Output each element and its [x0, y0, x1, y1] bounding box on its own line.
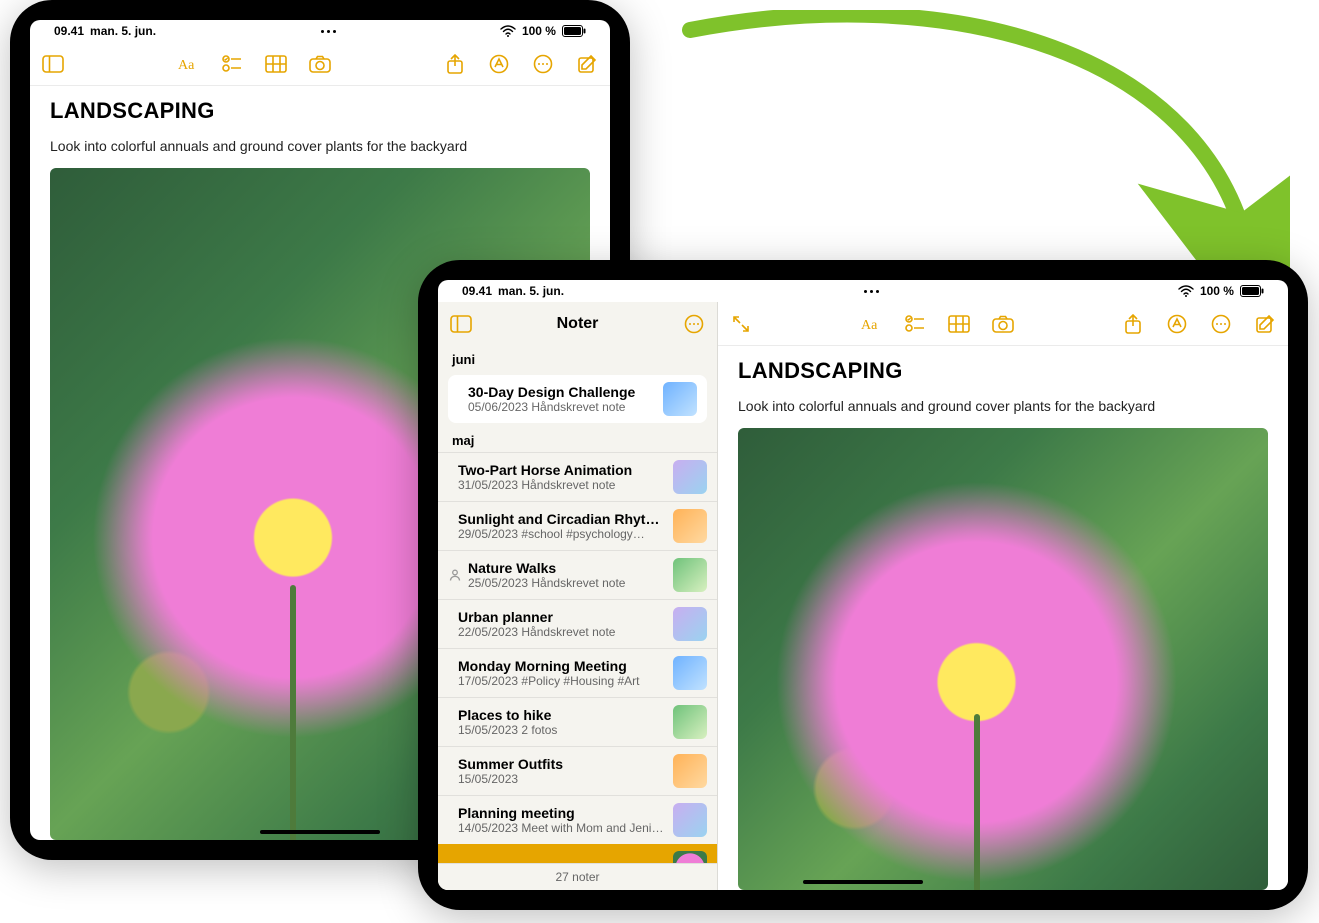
- note-item-subtitle: 22/05/2023 Håndskrevet note: [458, 625, 665, 639]
- note-item-thumbnail: [673, 460, 707, 494]
- note-item-title: Monday Morning Meeting: [458, 658, 665, 674]
- note-photo[interactable]: [738, 428, 1268, 890]
- share-icon[interactable]: [442, 52, 468, 76]
- battery-icon: [1240, 285, 1264, 297]
- sidebar-note-item[interactable]: Planning meeting14/05/2023 Meet with Mom…: [438, 795, 717, 844]
- battery-icon: [562, 25, 586, 37]
- note-item-title: 30-Day Design Challenge: [468, 384, 655, 400]
- status-battery: 100 %: [1200, 284, 1234, 298]
- sidebar-note-item[interactable]: Urban planner22/05/2023 Håndskrevet note: [438, 599, 717, 648]
- more-icon[interactable]: [530, 52, 556, 76]
- note-toolbar: Aa: [718, 302, 1288, 346]
- note-item-subtitle: 29/05/2023 #school #psychology…: [458, 527, 665, 541]
- sidebar-section-header: maj: [438, 427, 717, 452]
- sidebar-note-item[interactable]: Two-Part Horse Animation31/05/2023 Hånds…: [438, 452, 717, 501]
- table-icon[interactable]: [946, 312, 972, 336]
- note-item-thumbnail: [673, 509, 707, 543]
- wifi-icon: [1178, 285, 1194, 297]
- table-icon[interactable]: [263, 52, 289, 76]
- status-time: 09.41: [54, 24, 84, 38]
- multitasking-dots-icon[interactable]: [321, 30, 336, 33]
- sidebar-note-item[interactable]: Places to hike15/05/2023 2 fotos: [438, 697, 717, 746]
- wifi-icon: [500, 25, 516, 37]
- note-item-subtitle: 31/05/2023 Håndskrevet note: [458, 478, 665, 492]
- note-item-title: Two-Part Horse Animation: [458, 462, 665, 478]
- note-item-title: Nature Walks: [468, 560, 665, 576]
- home-indicator[interactable]: [803, 880, 923, 884]
- status-battery: 100 %: [522, 24, 556, 38]
- svg-text:Aa: Aa: [178, 58, 195, 73]
- note-item-title: Summer Outfits: [458, 756, 665, 772]
- sidebar-toggle-icon[interactable]: [448, 312, 474, 336]
- note-item-thumbnail: [673, 851, 707, 863]
- sidebar-note-item[interactable]: Monday Morning Meeting17/05/2023 #Policy…: [438, 648, 717, 697]
- note-title: Landscaping: [50, 98, 590, 124]
- checklist-icon[interactable]: [219, 52, 245, 76]
- sidebar-title: Noter: [557, 315, 599, 333]
- status-bar: 09.41 man. 5. jun. 100 %: [438, 280, 1288, 302]
- note-item-thumbnail: [673, 607, 707, 641]
- sidebar-note-item[interactable]: Nature Walks25/05/2023 Håndskrevet note: [438, 550, 717, 599]
- status-bar: 09.41 man. 5. jun. 100 %: [30, 20, 610, 42]
- home-indicator[interactable]: [260, 830, 380, 834]
- compose-icon[interactable]: [1252, 312, 1278, 336]
- sidebar-note-item[interactable]: 30-Day Design Challenge05/06/2023 Håndsk…: [448, 375, 707, 423]
- more-icon[interactable]: [1208, 312, 1234, 336]
- checklist-icon[interactable]: [902, 312, 928, 336]
- note-item-subtitle: 05/06/2023 Håndskrevet note: [468, 400, 655, 414]
- note-item-thumbnail: [673, 803, 707, 837]
- status-date: man. 5. jun.: [498, 284, 564, 298]
- note-body: Look into colorful annuals and ground co…: [738, 398, 1268, 414]
- shared-icon: [448, 568, 462, 582]
- note-item-title: Planning meeting: [458, 805, 665, 821]
- status-date: man. 5. jun.: [90, 24, 156, 38]
- note-item-thumbnail: [673, 558, 707, 592]
- note-item-title: Sunlight and Circadian Rhyth…: [458, 511, 665, 527]
- note-item-thumbnail: [673, 705, 707, 739]
- svg-text:Aa: Aa: [861, 318, 878, 333]
- sidebar-note-item[interactable]: Sunlight and Circadian Rhyth…29/05/2023 …: [438, 501, 717, 550]
- note-item-thumbnail: [663, 382, 697, 416]
- note-item-thumbnail: [673, 754, 707, 788]
- share-icon[interactable]: [1120, 312, 1146, 336]
- format-text-icon[interactable]: Aa: [858, 312, 884, 336]
- camera-icon[interactable]: [307, 52, 333, 76]
- note-item-subtitle: 17/05/2023 #Policy #Housing #Art: [458, 674, 665, 688]
- more-icon[interactable]: [681, 312, 707, 336]
- notes-sidebar: Noter juni 30-Day Design Challenge05/06/2…: [438, 302, 718, 890]
- ipad-landscape: 09.41 man. 5. jun. 100 % Noter juni 30-Da…: [418, 260, 1308, 910]
- note-item-thumbnail: [673, 656, 707, 690]
- sidebar-toggle-icon[interactable]: [40, 52, 66, 76]
- format-text-icon[interactable]: Aa: [175, 52, 201, 76]
- camera-icon[interactable]: [990, 312, 1016, 336]
- expand-icon[interactable]: [728, 312, 754, 336]
- note-content[interactable]: Landscaping Look into colorful annuals a…: [718, 346, 1288, 890]
- note-item-subtitle: 25/05/2023 Håndskrevet note: [468, 576, 665, 590]
- sidebar-note-item[interactable]: Landscaping: [438, 844, 717, 863]
- note-item-title: Places to hike: [458, 707, 665, 723]
- note-toolbar: Aa: [30, 42, 610, 86]
- note-item-title: Urban planner: [458, 609, 665, 625]
- note-item-subtitle: 15/05/2023 2 fotos: [458, 723, 665, 737]
- note-body: Look into colorful annuals and ground co…: [50, 138, 590, 154]
- sidebar-note-item[interactable]: Summer Outfits15/05/2023: [438, 746, 717, 795]
- note-item-subtitle: 15/05/2023: [458, 772, 665, 786]
- markup-icon[interactable]: [486, 52, 512, 76]
- status-time: 09.41: [462, 284, 492, 298]
- rotation-arrow-icon: [650, 10, 1290, 300]
- sidebar-section-header: juni: [438, 346, 717, 371]
- note-title: Landscaping: [738, 358, 1268, 384]
- sidebar-footer: 27 noter: [438, 863, 717, 890]
- multitasking-dots-icon[interactable]: [864, 290, 879, 293]
- compose-icon[interactable]: [574, 52, 600, 76]
- markup-icon[interactable]: [1164, 312, 1190, 336]
- note-item-subtitle: 14/05/2023 Meet with Mom and Jenica for…: [458, 821, 665, 835]
